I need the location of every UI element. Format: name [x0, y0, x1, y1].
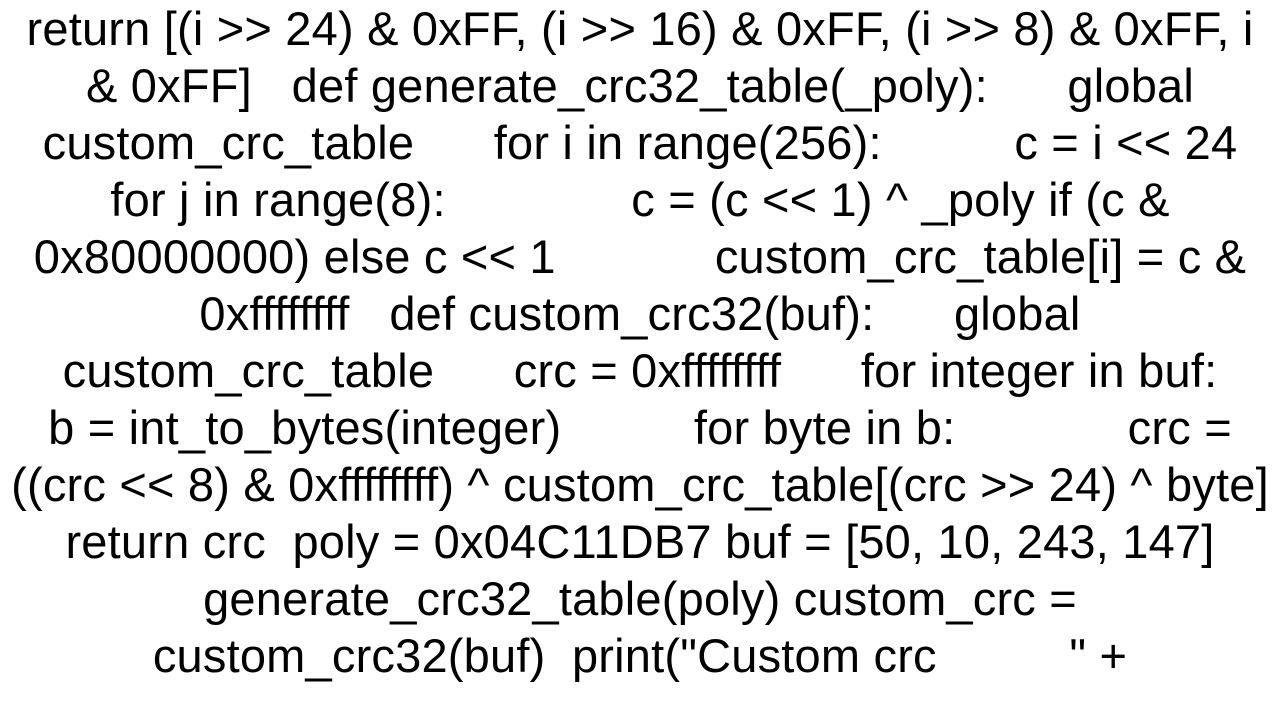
code-text-block: return [(i >> 24) & 0xFF, (i >> 16) & 0x…: [0, 0, 1280, 684]
document-viewport: return [(i >> 24) & 0xFF, (i >> 16) & 0x…: [0, 0, 1280, 720]
